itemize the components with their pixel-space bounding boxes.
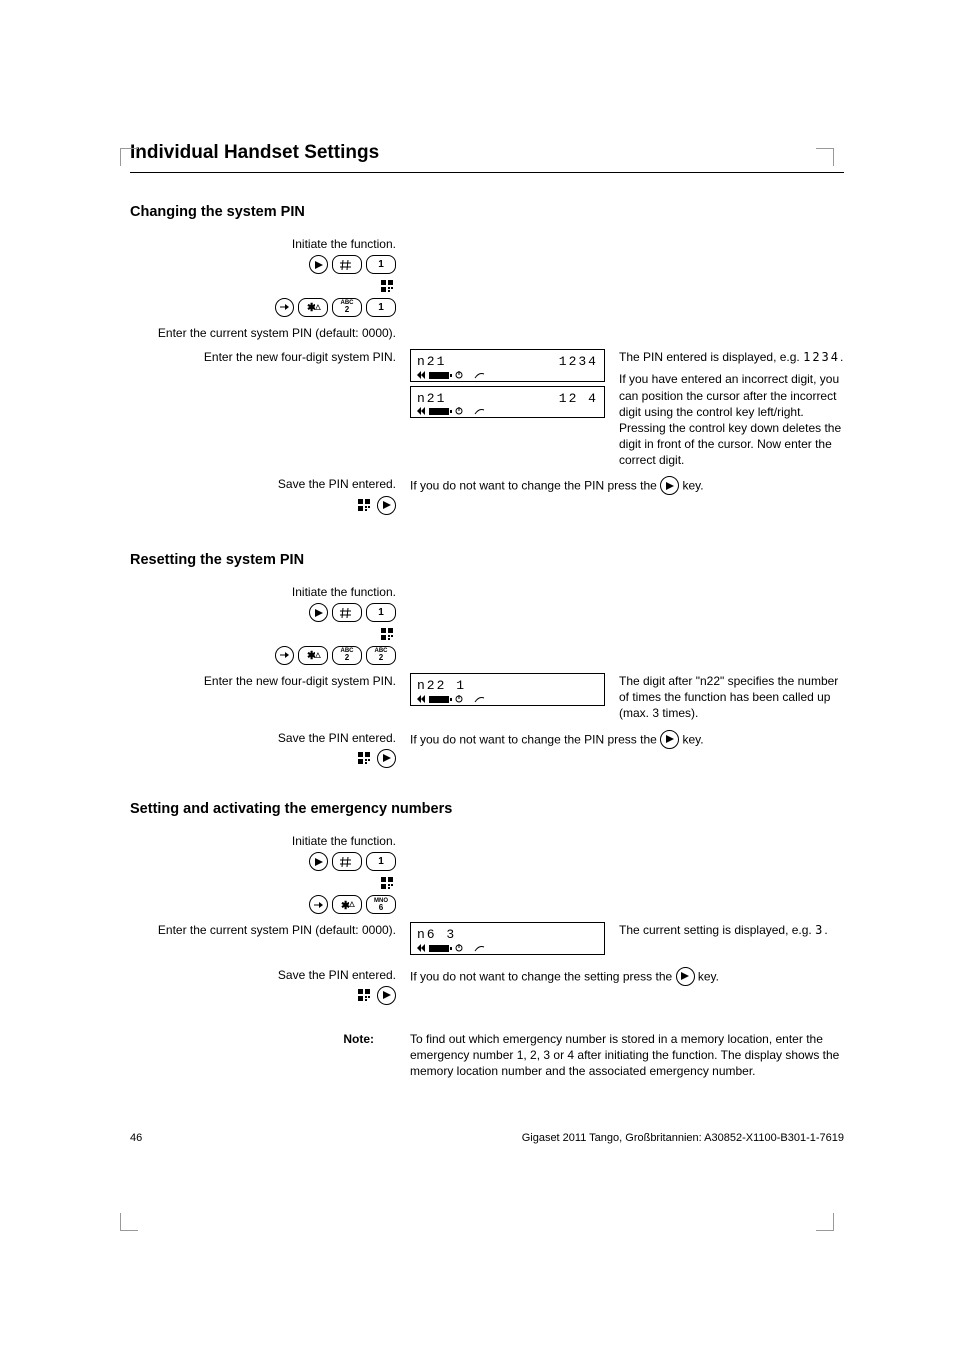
play-icon <box>676 967 695 986</box>
two-key: ABC2 <box>332 646 362 665</box>
crop-mark-tl <box>120 148 138 166</box>
step-desc: Initiate the function. <box>130 236 396 252</box>
step-text: The digit after "n22" specifies the numb… <box>619 674 838 720</box>
step-row: Enter the current system PIN (default: 0… <box>130 922 844 959</box>
play-icon <box>377 986 396 1005</box>
play-icon <box>309 852 328 871</box>
one-key: 1 <box>366 603 396 622</box>
note-body: To find out which emergency number is st… <box>410 1031 844 1080</box>
six-key: MNO6 <box>366 895 396 914</box>
lcd-display: n22 1 <box>410 673 605 706</box>
step-row: Initiate the function. 1 ✱△ ABC2 1 <box>130 236 844 317</box>
intern-icon <box>380 874 396 892</box>
star-key: ✱△ <box>298 298 328 317</box>
intern-icon <box>357 986 373 1004</box>
step-row: Save the PIN entered. If you do not want… <box>130 967 844 1005</box>
step-text: . <box>824 923 827 937</box>
step-desc: Enter the current system PIN (default: 0… <box>130 922 396 938</box>
forward-icon <box>275 646 294 665</box>
page-footer: 46 Gigaset 2011 Tango, Großbritannien: A… <box>130 1125 844 1146</box>
step-row: Initiate the function. 1 ✱△ ABC2 ABC2 <box>130 584 844 665</box>
step-desc: Initiate the function. <box>130 833 396 849</box>
intern-icon <box>357 749 373 767</box>
hash-key <box>332 603 362 622</box>
hash-key <box>332 255 362 274</box>
section-heading-1: Changing the system PIN <box>130 203 844 223</box>
crop-mark-bl <box>120 1213 138 1231</box>
step-text: If you do not want to change the PIN pre… <box>410 476 844 495</box>
step-row: Save the PIN entered. If you do not want… <box>130 476 844 514</box>
section-heading-2: Resetting the system PIN <box>130 551 844 571</box>
one-key: 1 <box>366 298 396 317</box>
lcd-display: n2112 4 <box>410 386 605 419</box>
page-title: Individual Handset Settings <box>130 140 844 173</box>
intern-icon <box>380 277 396 295</box>
note-label: Note: <box>130 1031 388 1080</box>
star-key: ✱△ <box>332 895 362 914</box>
step-desc: Save the PIN entered. <box>130 476 396 492</box>
hash-key <box>332 852 362 871</box>
two-key: ABC2 <box>332 298 362 317</box>
forward-icon <box>309 895 328 914</box>
note-block: Note: To find out which emergency number… <box>130 1031 844 1080</box>
play-icon <box>660 476 679 495</box>
step-text: . <box>840 350 843 364</box>
step-row: Enter the new four-digit system PIN. n21… <box>130 349 844 468</box>
step-text: The current setting is displayed, e.g. <box>619 923 815 937</box>
play-icon <box>660 730 679 749</box>
intern-icon <box>380 625 396 643</box>
one-key: 1 <box>366 255 396 274</box>
step-desc: Enter the new four-digit system PIN. <box>130 349 396 365</box>
star-key: ✱△ <box>298 646 328 665</box>
lcd-display: n211234 <box>410 349 605 382</box>
step-row: Initiate the function. 1 ✱△ MNO6 <box>130 833 844 914</box>
code-text: 1234 <box>803 350 840 364</box>
play-icon <box>309 255 328 274</box>
one-key: 1 <box>366 852 396 871</box>
step-row: Save the PIN entered. If you do not want… <box>130 730 844 768</box>
step-desc: Initiate the function. <box>130 584 396 600</box>
step-desc: Enter the new four-digit system PIN. <box>130 673 396 689</box>
step-row: Enter the new four-digit system PIN. n22… <box>130 673 844 722</box>
step-text: If you do not want to change the setting… <box>410 967 844 986</box>
step-row: Enter the current system PIN (default: 0… <box>130 325 844 341</box>
section-heading-3: Setting and activating the emergency num… <box>130 800 844 820</box>
intern-icon <box>357 496 373 514</box>
play-icon <box>309 603 328 622</box>
crop-mark-br <box>816 1213 834 1231</box>
step-text: If you do not want to change the PIN pre… <box>410 730 844 749</box>
step-text: The PIN entered is displayed, e.g. <box>619 350 803 364</box>
page-number: 46 <box>130 1131 142 1146</box>
forward-icon <box>275 298 294 317</box>
step-desc: Save the PIN entered. <box>130 967 396 983</box>
step-desc: Save the PIN entered. <box>130 730 396 746</box>
footer-meta: Gigaset 2011 Tango, Großbritannien: A308… <box>522 1131 844 1146</box>
code-text: 3 <box>815 923 824 937</box>
step-text: If you have entered an incorrect digit, … <box>619 372 841 467</box>
step-desc: Enter the current system PIN (default: 0… <box>130 325 396 341</box>
play-icon <box>377 749 396 768</box>
play-icon <box>377 496 396 515</box>
two-key: ABC2 <box>366 646 396 665</box>
lcd-display: n6 3 <box>410 922 605 955</box>
crop-mark-tr <box>816 148 834 166</box>
